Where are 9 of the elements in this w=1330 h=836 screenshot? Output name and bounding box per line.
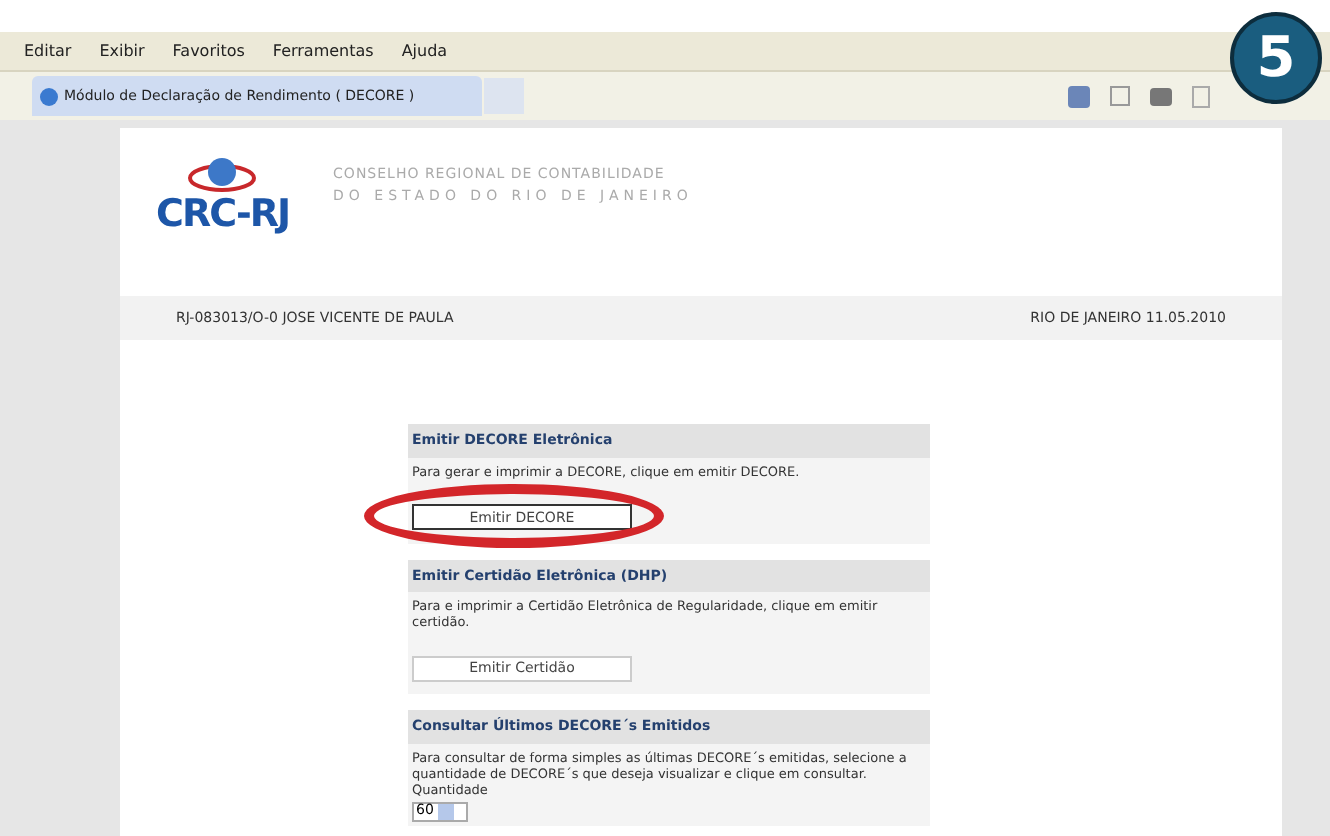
menu-item[interactable]: Favoritos <box>172 39 245 63</box>
globe-logo-icon <box>186 156 259 196</box>
menu-item[interactable]: Exibir <box>99 39 145 63</box>
logo-text: CRC-RJ <box>156 196 290 234</box>
globe-icon <box>40 87 58 105</box>
dropdown-icon <box>437 803 454 819</box>
menu-item[interactable]: Editar <box>24 39 72 63</box>
menu-item[interactable]: Ajuda <box>401 39 448 63</box>
menu-item[interactable]: Ferramentas <box>272 39 374 63</box>
